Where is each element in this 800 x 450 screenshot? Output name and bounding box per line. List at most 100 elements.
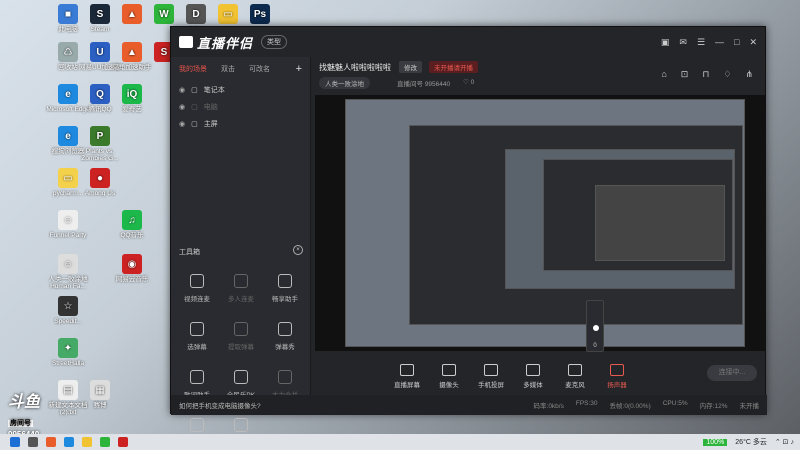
live-state-badge: 未开播请开播 (429, 61, 478, 73)
desktop-icon-label: 乌龟加速助手 (112, 64, 152, 71)
tool-item[interactable]: 弹幕秀 (263, 313, 307, 351)
skin-icon[interactable]: ▣ (661, 37, 670, 48)
scene-label: 电脑 (203, 103, 218, 111)
desktop-app-icon: Ps (250, 4, 270, 24)
desktop-icon[interactable]: ♫ QQ音乐 (110, 210, 154, 239)
desktop-app-icon: U (90, 42, 110, 62)
source-label: 摄像头 (439, 382, 459, 389)
maximize-icon[interactable]: □ (734, 37, 739, 48)
desktop-app-icon: W (154, 4, 174, 24)
source-button[interactable]: 直播屏幕 (389, 364, 425, 389)
volume-value: 0 (593, 343, 597, 349)
edge-icon[interactable] (64, 437, 74, 447)
search-icon[interactable] (28, 437, 38, 447)
source-icon (568, 364, 582, 376)
bag-icon[interactable]: ⊓ (702, 69, 709, 80)
tool-item[interactable]: 大力合并 (263, 361, 307, 399)
desktop-app-icon: P (90, 126, 110, 146)
source-icon (400, 364, 414, 376)
scene-item[interactable]: ◉ ▢ 主屏 (171, 115, 310, 132)
settings-icon[interactable]: ☰ (697, 37, 705, 48)
desktop-icon[interactable]: ☺ Funnel Party (46, 210, 90, 239)
desktop-app-icon: ♫ (122, 210, 142, 230)
toolbox-title: 工具箱 (179, 249, 200, 256)
desktop-icon-label: Speedit... (54, 318, 82, 325)
scene-label: 主屏 (203, 120, 218, 128)
tab-renamable[interactable]: 可改名 (249, 64, 270, 74)
tab-my-scenes[interactable]: 我的场景 (179, 64, 207, 74)
desktop-icon[interactable]: ☆ Speedit... (46, 296, 90, 325)
add-scene-button[interactable]: + (296, 63, 302, 75)
wechat-icon[interactable] (100, 437, 110, 447)
scene-type-icon: ▢ (191, 103, 198, 111)
edit-title-button[interactable]: 修改 (399, 61, 422, 73)
close-icon[interactable]: ✕ (749, 37, 757, 48)
bell-icon[interactable]: ♢ (723, 69, 731, 80)
tool-icon (190, 418, 204, 432)
tool-label: 弹幕秀 (275, 344, 295, 351)
desktop-icon[interactable]: ☺ 人类一败涂地 Human Fa... (46, 254, 90, 290)
desktop-icon[interactable]: ● Among Us (78, 168, 122, 197)
tool-item[interactable]: 多人连麦 (219, 265, 263, 303)
speaker-volume-popup[interactable]: 0 (586, 300, 604, 352)
desktop-icon[interactable]: P Plants vs. Zombies G... (78, 126, 122, 162)
visibility-eye-icon[interactable]: ◉ (179, 86, 185, 94)
stream-preview[interactable] (315, 95, 765, 351)
tool-item[interactable]: 提取弹幕 (219, 313, 263, 351)
desktop-app-icon: D (186, 4, 206, 24)
scene-item[interactable]: ◉ ▢ 笔记本 (171, 81, 310, 98)
battery-indicator[interactable]: 100% (703, 438, 728, 446)
type-button[interactable]: 类型 (261, 35, 288, 49)
douyu-taskbar-icon[interactable] (118, 437, 128, 447)
start-icon[interactable] (10, 437, 20, 447)
source-button[interactable]: 麦克风 (557, 364, 593, 389)
fans-count: ♡ 0 (463, 79, 475, 86)
tool-icon (234, 418, 248, 432)
source-label: 扬声器 (607, 382, 627, 389)
scene-tabs: 我的场景 双击 可改名 + (171, 57, 310, 81)
source-button[interactable]: 扬声器 (599, 364, 635, 389)
volume-slider-knob[interactable] (593, 325, 599, 331)
source-button[interactable]: 摄像头 (431, 364, 467, 389)
scene-item[interactable]: ◉ ▢ 电脑 (171, 98, 310, 115)
source-button[interactable]: 多媒体 (515, 364, 551, 389)
nested-preview-5 (595, 185, 725, 261)
tool-item[interactable]: 选弹幕 (175, 313, 219, 351)
explorer-icon[interactable] (82, 437, 92, 447)
source-label: 手机投屏 (478, 382, 504, 389)
toolbox-close-icon[interactable]: × (293, 245, 303, 255)
tool-label: 视频连麦 (184, 296, 210, 303)
desktop-icon-label: 赛博 (93, 402, 107, 409)
taskbar-app-icon[interactable] (46, 437, 56, 447)
visibility-eye-icon[interactable]: ◉ (179, 120, 185, 128)
watermark-room-label: 房间号 (8, 420, 33, 427)
tool-item[interactable]: 歌词助手 (175, 361, 219, 399)
tray-icons[interactable]: ⌃ ⊡ ♪ (775, 438, 794, 446)
message-icon[interactable]: ✉ (679, 37, 687, 48)
desktop-icon[interactable]: iQ 爱奇艺 (110, 84, 154, 113)
share-icon[interactable]: ⋔ (745, 69, 753, 80)
tool-item[interactable]: 视频连麦 (175, 265, 219, 303)
tool-item[interactable]: 畅享助手 (263, 265, 307, 303)
desktop-icon[interactable]: ✦ StreetHalla (46, 338, 90, 367)
start-live-button[interactable]: 连接中... (707, 365, 757, 381)
desktop-app-icon: Q (90, 84, 110, 104)
help-tip-link[interactable]: 如何把手机变成电脑摄像头? (179, 400, 261, 410)
tab-double-click[interactable]: 双击 (221, 64, 235, 74)
tool-icon (278, 274, 292, 288)
lock-icon[interactable]: ⊡ (681, 69, 689, 80)
tool-icon (234, 370, 248, 384)
scene-type-icon: ▢ (191, 86, 198, 94)
gift-icon[interactable]: ⌂ (661, 69, 666, 80)
tool-icon (278, 322, 292, 336)
desktop-icon[interactable]: Ps (238, 4, 282, 26)
desktop-icon[interactable]: ▦ 赛博 (78, 380, 122, 409)
desktop-icon[interactable]: ◉ 网易云音乐 (110, 254, 154, 283)
minimize-icon[interactable]: — (715, 37, 724, 48)
source-button[interactable]: 手机投屏 (473, 364, 509, 389)
fps-stat: FPS:30 (575, 400, 598, 407)
category-selector[interactable]: 人类一败涂地 (319, 77, 370, 89)
weather-widget[interactable]: 26°C 多云 (735, 437, 767, 447)
tool-item[interactable]: 全民乐PK (219, 361, 263, 399)
visibility-eye-icon[interactable]: ◉ (179, 103, 185, 111)
